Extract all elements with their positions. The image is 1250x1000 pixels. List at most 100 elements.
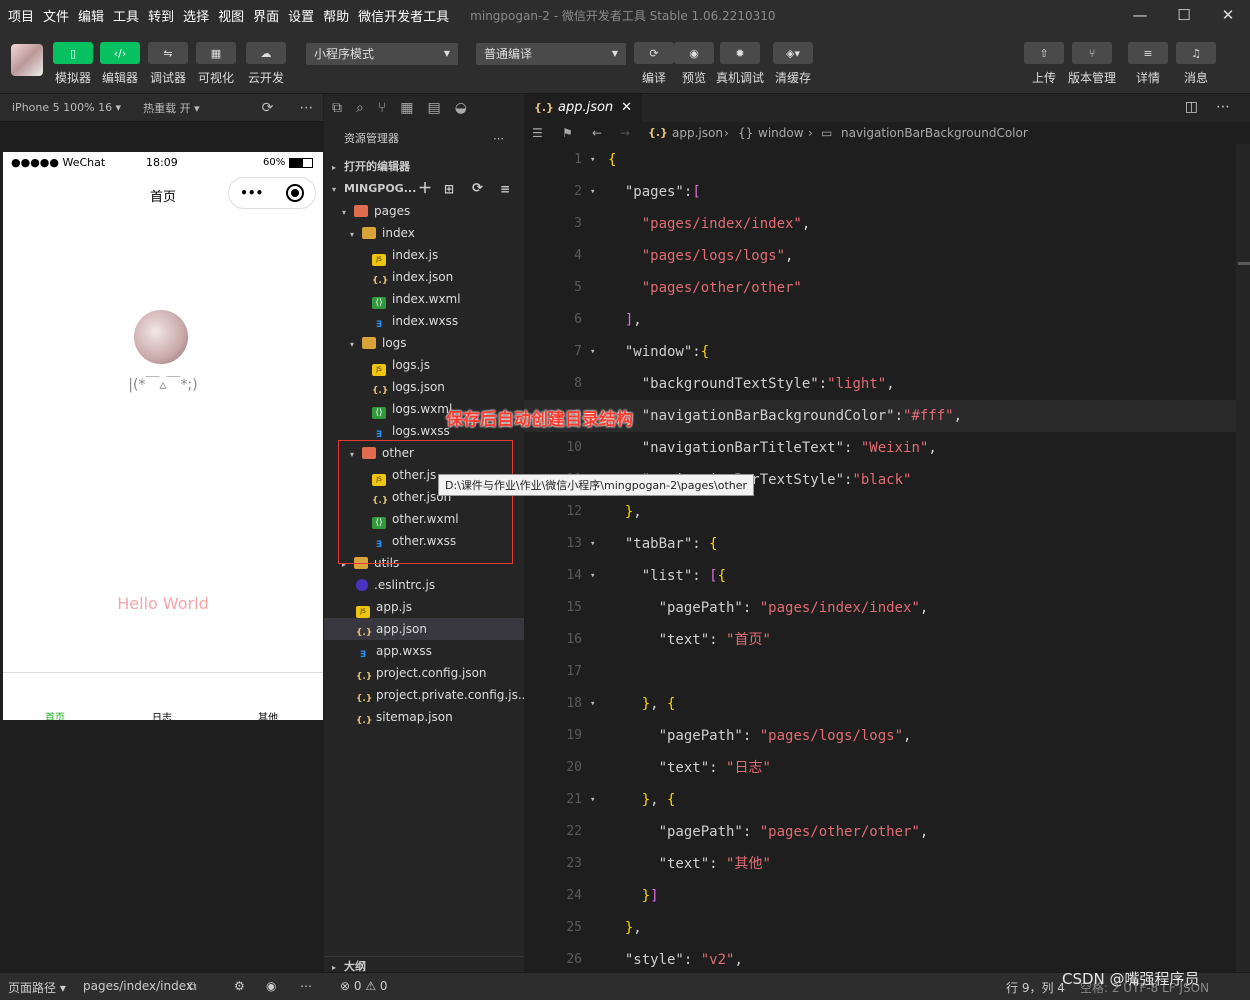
code-line[interactable]: 20 "text": "日志" [524, 752, 1236, 784]
preview-icon[interactable]: ▤ [427, 100, 440, 116]
copy-icon[interactable]: ⧉ [188, 979, 197, 994]
menu-item[interactable]: 帮助 [323, 6, 349, 25]
code-line[interactable]: 19 "pagePath": "pages/logs/logs", [524, 720, 1236, 752]
bug-icon[interactable]: ⚙ [234, 979, 245, 993]
eye-icon[interactable]: ◉ [266, 979, 276, 993]
menu-item[interactable]: 项目 [8, 6, 34, 25]
open-editors-section[interactable]: ▸ 打开的编辑器 [324, 156, 524, 178]
toolbar-button[interactable]: ✹ 真机调试 [716, 42, 764, 86]
tree-item[interactable]: {.} project.config.json [324, 662, 524, 684]
code-line[interactable]: 2 ▾ "pages":[ [524, 176, 1236, 208]
files-icon[interactable]: ⧉ [332, 100, 342, 116]
tab-logs[interactable]: 日志 [152, 709, 172, 720]
tree-item[interactable]: {.} sitemap.json [324, 706, 524, 728]
code-line[interactable]: 25 }, [524, 912, 1236, 944]
capsule-menu[interactable]: ••• [228, 177, 316, 209]
fold-icon[interactable]: ▾ [590, 336, 595, 368]
maximize-button[interactable]: ☐ [1162, 0, 1206, 30]
mode-select[interactable]: 小程序模式 ▼ [306, 43, 458, 65]
more-icon[interactable]: ⋯ [300, 979, 312, 993]
extensions-icon[interactable]: ▦ [400, 100, 413, 116]
menu-item[interactable]: 界面 [253, 6, 279, 25]
device-select[interactable]: iPhone 5 100% 16 ▾ [12, 101, 121, 114]
code-line[interactable]: 5 "pages/other/other" [524, 272, 1236, 304]
toolbar-button[interactable]: ⇧ 上传 [1024, 42, 1064, 86]
close-icon[interactable]: ✕ [621, 94, 632, 122]
code-line[interactable]: 10 "navigationBarTitleText": "Weixin", [524, 432, 1236, 464]
tree-item[interactable]: {.} app.json [324, 618, 524, 640]
docker-icon[interactable]: ◒ [455, 100, 467, 116]
menu-item[interactable]: 编辑 [78, 6, 104, 25]
rotate-icon[interactable]: ⟳ [262, 100, 274, 116]
breadcrumb-property[interactable]: navigationBarBackgroundColor [841, 122, 1028, 144]
tree-item[interactable]: ▾ logs [324, 332, 524, 354]
toolbar-button[interactable]: ⑂ 版本管理 [1068, 42, 1116, 86]
code-line[interactable]: 13 ▾ "tabBar": { [524, 528, 1236, 560]
split-editor-icon[interactable]: ◫ [1185, 99, 1198, 115]
forward-icon[interactable]: → [620, 122, 630, 144]
new-file-icon[interactable]: ＋ [418, 178, 432, 200]
code-line[interactable]: 8 "backgroundTextStyle":"light", [524, 368, 1236, 400]
fold-icon[interactable]: ▾ [590, 144, 595, 176]
tab-other[interactable]: 其他 [258, 709, 278, 720]
chevron-down-icon[interactable]: ▾ [350, 224, 362, 246]
tree-item[interactable]: ∃ index.wxss [324, 310, 524, 332]
menu-item[interactable]: 转到 [148, 6, 174, 25]
code-line[interactable]: 7 ▾ "window":{ [524, 336, 1236, 368]
menu-item[interactable]: 微信开发者工具 [358, 6, 449, 25]
code-line[interactable]: 15 "pagePath": "pages/index/index", [524, 592, 1236, 624]
collapse-icon[interactable]: ≡ [500, 178, 510, 200]
hot-reload-toggle[interactable]: 热重载 开 ▾ [143, 100, 200, 116]
avatar[interactable] [134, 310, 188, 364]
fold-icon[interactable]: ▾ [590, 560, 595, 592]
code-line[interactable]: 22 "pagePath": "pages/other/other", [524, 816, 1236, 848]
tree-item[interactable]: {.} logs.json [324, 376, 524, 398]
fold-icon[interactable]: ▾ [590, 528, 595, 560]
toolbar-button[interactable]: ▯ 模拟器 [53, 42, 93, 86]
tree-item[interactable]: JS index.js [324, 244, 524, 266]
scroll-thumb[interactable] [1238, 262, 1250, 265]
fold-icon[interactable]: ▾ [590, 784, 595, 816]
code-line[interactable]: 24 }] [524, 880, 1236, 912]
editor-scrollbar[interactable] [1236, 144, 1250, 972]
toolbar-button[interactable]: ⇋ 调试器 [148, 42, 188, 86]
project-section[interactable]: ▾ MINGPOG... ＋ ⊞ ⟳ ≡ [324, 178, 524, 200]
tree-item[interactable]: ∃ app.wxss [324, 640, 524, 662]
source-control-icon[interactable]: ⑂ [378, 100, 386, 116]
menu-item[interactable]: 文件 [43, 6, 69, 25]
more-icon[interactable]: ⋯ [493, 122, 504, 156]
code-line[interactable]: 23 "text": "其他" [524, 848, 1236, 880]
page-path-select[interactable]: 页面路径 ▾ [8, 979, 66, 996]
tree-item[interactable]: .eslintrc.js [324, 574, 524, 596]
new-folder-icon[interactable]: ⊞ [444, 178, 454, 200]
tree-item[interactable]: ▾ pages [324, 200, 524, 222]
toolbar-button[interactable]: ≡ 详情 [1128, 42, 1168, 86]
code-line[interactable]: 16 "text": "首页" [524, 624, 1236, 656]
tree-item[interactable]: ⟨⟩ index.wxml [324, 288, 524, 310]
fold-icon[interactable]: ▾ [590, 688, 595, 720]
code-line[interactable]: 14 ▾ "list": [{ [524, 560, 1236, 592]
code-line[interactable]: 17 [524, 656, 1236, 688]
back-icon[interactable]: ← [592, 122, 602, 144]
cursor-position[interactable]: 行 9，列 4 [1006, 979, 1065, 996]
code-line[interactable]: 6 ], [524, 304, 1236, 336]
breadcrumb-window[interactable]: window [758, 122, 804, 144]
chevron-down-icon[interactable]: ▾ [342, 202, 354, 224]
tree-item[interactable]: JS app.js [324, 596, 524, 618]
tree-item[interactable]: {.} index.json [324, 266, 524, 288]
toolbar-button[interactable]: ☁ 云开发 [246, 42, 286, 86]
menu-item[interactable]: 工具 [113, 6, 139, 25]
toolbar-button[interactable]: ‹/› 编辑器 [100, 42, 140, 86]
refresh-icon[interactable]: ⟳ [472, 178, 483, 200]
code-line[interactable]: 4 "pages/logs/logs", [524, 240, 1236, 272]
toolbar-button[interactable]: ♫ 消息 [1176, 42, 1216, 86]
code-line[interactable]: 18 ▾ }, { [524, 688, 1236, 720]
toolbar-button[interactable]: ◈▾ 清缓存 [773, 42, 813, 86]
tab-app-json[interactable]: {.} app.json ✕ [524, 94, 642, 122]
more-icon[interactable]: ⋯ [299, 100, 313, 116]
list-icon[interactable]: ☰ [532, 122, 543, 144]
menu-item[interactable]: 设置 [288, 6, 314, 25]
problems-count[interactable]: ⊗ 0 ⚠ 0 [340, 979, 388, 993]
close-button[interactable]: ✕ [1206, 0, 1250, 30]
more-icon[interactable]: ⋯ [1216, 99, 1230, 115]
